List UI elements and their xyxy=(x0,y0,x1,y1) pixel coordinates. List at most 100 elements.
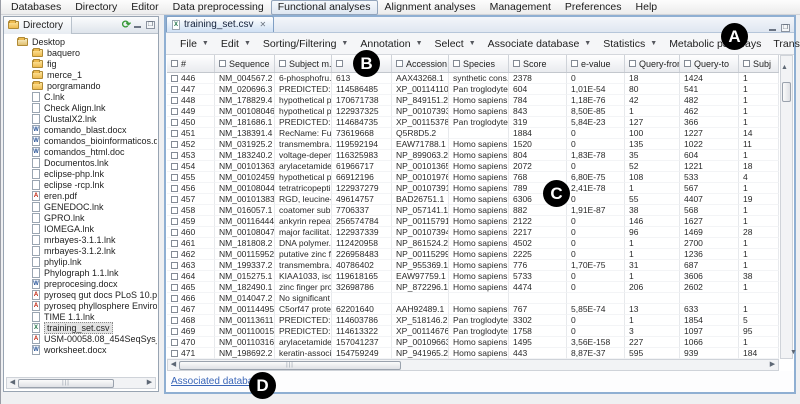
table-row[interactable]: 468NM_00113611...PREDICTED: h...11460378… xyxy=(167,315,779,326)
column-checkbox[interactable] xyxy=(396,60,403,67)
row-checkbox[interactable] xyxy=(171,163,178,170)
toolbar-menu-edit[interactable]: Edit▼ xyxy=(215,36,257,52)
column-header-accession[interactable]: Accession xyxy=(392,55,449,72)
tree-item-c-lnk[interactable]: C.lnk xyxy=(5,91,157,102)
table-row[interactable]: 464NM_015275.1KIAA1033, isof...119618165… xyxy=(167,271,779,282)
table-row[interactable]: 454NM_00101363...arylacetamide ...619667… xyxy=(167,161,779,172)
toolbar-menu-transcriptome-post-processing[interactable]: Transcriptome post-processing▼ xyxy=(767,36,800,52)
row-checkbox[interactable] xyxy=(171,295,178,302)
menu-item-alignment-analyses[interactable]: Alignment analyses xyxy=(378,0,483,15)
table-row[interactable]: 465NM_182490.1zinc finger pro...32698786… xyxy=(167,282,779,293)
toolbar-menu-statistics[interactable]: Statistics▼ xyxy=(597,36,663,52)
tree-item-comandos-bioinformaticos-doc[interactable]: Wcomandos_bioinformaticos.doc xyxy=(5,135,157,146)
directory-view-tab[interactable]: Directory xyxy=(4,17,72,34)
menu-item-management[interactable]: Management xyxy=(483,0,558,15)
table-row[interactable]: 455NM_00102459...hypothetical p...669121… xyxy=(167,172,779,183)
tree-item-fig[interactable]: fig xyxy=(5,58,157,69)
tree-item-worksheet-docx[interactable]: Wworksheet.docx xyxy=(5,344,157,355)
row-checkbox[interactable] xyxy=(171,97,178,104)
tree-item-eclipse-rcp-lnk[interactable]: eclipse -rcp.lnk xyxy=(5,179,157,190)
refresh-icon[interactable]: ⟳ xyxy=(122,20,131,30)
table-row[interactable]: 471NM_198692.2keratin-associ...154759249… xyxy=(167,348,779,359)
row-checkbox[interactable] xyxy=(171,317,178,324)
tree-item-gpro-lnk[interactable]: GPRO.lnk xyxy=(5,212,157,223)
row-checkbox[interactable] xyxy=(171,174,178,181)
tree-item-phylip-lnk[interactable]: phylip.lnk xyxy=(5,256,157,267)
column-checkbox[interactable] xyxy=(219,60,226,67)
column-checkbox[interactable] xyxy=(453,60,460,67)
column-checkbox[interactable] xyxy=(279,60,286,67)
tree-item-pyroseq-gut-docs-plos-10-pdf[interactable]: Apyroseq gut docs PLoS 10.pdf xyxy=(5,289,157,300)
row-checkbox[interactable] xyxy=(171,130,178,137)
table-row[interactable]: 469NM_00110015...PREDICTED: h...11461332… xyxy=(167,326,779,337)
tree-item-documentos-lnk[interactable]: Documentos.lnk xyxy=(5,157,157,168)
tree-item-genedoc-lnk[interactable]: GENEDOC.lnk xyxy=(5,201,157,212)
row-checkbox[interactable] xyxy=(171,108,178,115)
row-checkbox[interactable] xyxy=(171,218,178,225)
column-header-score[interactable]: Score xyxy=(509,55,567,72)
column-checkbox[interactable] xyxy=(629,60,636,67)
maximize-icon[interactable]: ❐ xyxy=(146,21,155,29)
table-row[interactable]: 461NM_181808.2DNA polymer...112420958NP_… xyxy=(167,238,779,249)
column-checkbox[interactable] xyxy=(171,60,178,67)
row-checkbox[interactable] xyxy=(171,196,178,203)
tree-item-iomega-lnk[interactable]: IOMEGA.lnk xyxy=(5,223,157,234)
table-row[interactable]: 449NM_00108046...hypothetical p...122937… xyxy=(167,106,779,117)
tree-item-porgramando[interactable]: porgramando xyxy=(5,80,157,91)
column-header-query-from[interactable]: Query-from xyxy=(625,55,680,72)
row-checkbox[interactable] xyxy=(171,141,178,148)
row-checkbox[interactable] xyxy=(171,86,178,93)
table-vertical-scrollbar[interactable]: ▲ ▼ xyxy=(780,55,793,359)
close-icon[interactable]: ✕ xyxy=(257,19,268,30)
row-checkbox[interactable] xyxy=(171,240,178,247)
row-checkbox[interactable] xyxy=(171,262,178,269)
table-row[interactable]: 462NM_00115952...putative zinc fi...2269… xyxy=(167,249,779,260)
table-row[interactable]: 448NM_178829.4hypothetical p...170671738… xyxy=(167,95,779,106)
column-header-species[interactable]: Species xyxy=(449,55,509,72)
table-row[interactable]: 460NM_00108047...major facilitat...12293… xyxy=(167,227,779,238)
tree-item-time-1-1-lnk[interactable]: TIME 1.1.lnk xyxy=(5,311,157,322)
minimize-icon[interactable] xyxy=(134,21,143,29)
row-checkbox[interactable] xyxy=(171,152,178,159)
tree-item-clustalx2-lnk[interactable]: ClustalX2.lnk xyxy=(5,113,157,124)
row-checkbox[interactable] xyxy=(171,75,178,82)
row-checkbox[interactable] xyxy=(171,207,178,214)
menu-item-functional-analyses[interactable]: Functional analyses xyxy=(271,0,378,15)
table-row[interactable]: 458NM_016057.1coatomer sub...7706337NP_0… xyxy=(167,205,779,216)
table-row[interactable]: 456NM_00108044...tetratricopepti...12293… xyxy=(167,183,779,194)
table-row[interactable]: 450NM_181686.1PREDICTED: h...114684735XP… xyxy=(167,117,779,128)
row-checkbox[interactable] xyxy=(171,339,178,346)
table-row[interactable]: 447NM_020696.3PREDICTED: si...114586485X… xyxy=(167,84,779,95)
tree-item-baquero[interactable]: baquero xyxy=(5,47,157,58)
scroll-right-icon[interactable]: ▶ xyxy=(144,378,155,388)
menu-item-help[interactable]: Help xyxy=(629,0,665,15)
toolbar-menu-file[interactable]: File▼ xyxy=(174,36,215,52)
table-row[interactable]: 451NM_138391.4RecName: Full...73619668Q5… xyxy=(167,128,779,139)
column-checkbox[interactable] xyxy=(513,60,520,67)
tree-item-mrbayes-3-1-2-lnk[interactable]: mrbayes-3.1.2.lnk xyxy=(5,245,157,256)
tree-item-phylograph-1-1-lnk[interactable]: Phylograph 1.1.lnk xyxy=(5,267,157,278)
tree-item-mrbayes-3-1-1-lnk[interactable]: mrbayes-3.1.1.lnk xyxy=(5,234,157,245)
toolbar-menu-sorting-filtering[interactable]: Sorting/Filtering▼ xyxy=(257,36,354,52)
tree-item-preprocesing-docx[interactable]: Wpreprocesing.docx xyxy=(5,278,157,289)
table-row[interactable]: 466NM_014047.2No significant ... xyxy=(167,293,779,304)
menu-item-databases[interactable]: Databases xyxy=(4,0,68,15)
tree-item-desktop[interactable]: Desktop xyxy=(5,36,157,47)
menu-item-data-preprocessing[interactable]: Data preprocessing xyxy=(166,0,271,15)
table-row[interactable]: 453NM_183240.2voltage-depen...116325983N… xyxy=(167,150,779,161)
tree-item-pyroseq-phyllosphere-environmicrobi[interactable]: Apyroseq phyllosphere EnvironMicrobi xyxy=(5,300,157,311)
tree-item-usm-00058-08-454seqsys-swmanual[interactable]: AUSM-00058.08_454SeqSys_SWManual xyxy=(5,333,157,344)
tree-item-eren-pdf[interactable]: Aeren.pdf xyxy=(5,190,157,201)
scroll-left-icon[interactable]: ◀ xyxy=(7,378,18,388)
tree-item-training-set-csv[interactable]: Xtraining_set.csv xyxy=(5,322,157,333)
tree-item-check-align-lnk[interactable]: Check Align.lnk xyxy=(5,102,157,113)
column-header-query-to[interactable]: Query-to xyxy=(680,55,739,72)
scroll-left-icon[interactable]: ◀ xyxy=(168,360,179,370)
tree-item-comando-blast-docx[interactable]: Wcomando_blast.docx xyxy=(5,124,157,135)
table-row[interactable]: 459NM_00116444...ankyrin repeat...256574… xyxy=(167,216,779,227)
maximize-icon[interactable]: ❐ xyxy=(781,24,790,32)
row-checkbox[interactable] xyxy=(171,328,178,335)
column-header-subject-m[interactable]: Subject m... xyxy=(275,55,332,72)
table-row[interactable]: 457NM_00101383...RGD, leucine-r...496147… xyxy=(167,194,779,205)
scroll-right-icon[interactable]: ▶ xyxy=(767,360,778,370)
